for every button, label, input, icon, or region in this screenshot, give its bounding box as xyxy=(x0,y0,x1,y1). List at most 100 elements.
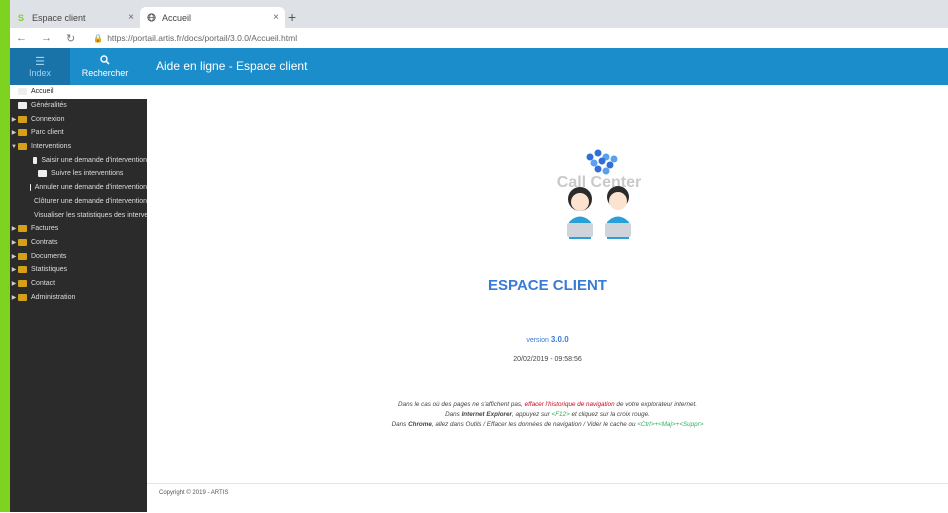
tree-item-label: Contrats xyxy=(31,239,57,246)
reload-icon[interactable]: ↻ xyxy=(66,32,75,45)
logo-text: Call Center xyxy=(557,174,641,191)
tab-espace-client[interactable]: S Espace client × xyxy=(10,7,140,28)
tab-title: Accueil xyxy=(162,13,273,23)
notice-text: de votre explorateur internet. xyxy=(615,401,697,408)
tree-item[interactable]: ▶ Factures xyxy=(10,222,147,236)
search-icon xyxy=(100,55,110,68)
caret-down-icon[interactable]: ▼ xyxy=(10,144,18,150)
address-bar: ← → ↻ 🔒 https://portail.artis.fr/docs/po… xyxy=(10,28,948,48)
browser-chrome: S Espace client × Accueil × + ← → ↻ 🔒 ht… xyxy=(10,0,948,48)
caret-right-icon[interactable]: ▶ xyxy=(10,129,18,136)
caret-right-icon[interactable]: ▶ xyxy=(10,294,18,301)
notice-text: Dans xyxy=(392,421,408,428)
tree-item-label: Interventions xyxy=(31,143,71,150)
caret-right-icon[interactable]: ▶ xyxy=(10,253,18,260)
left-accent-bar xyxy=(0,0,10,512)
caret-right-icon[interactable]: ▶ xyxy=(10,116,18,123)
tree-item-label: Connexion xyxy=(31,116,64,123)
tree-item[interactable]: ▼ Interventions xyxy=(10,140,147,154)
notice-text: et cliquez sur la croix rouge. xyxy=(570,411,650,418)
tree-item-label: Statistiques xyxy=(31,266,67,273)
folder-icon xyxy=(18,266,27,273)
tree-item[interactable]: Clôturer une demande d'intervention xyxy=(10,195,147,209)
caret-right-icon[interactable]: ▶ xyxy=(10,280,18,287)
list-icon: ☰ xyxy=(35,56,45,68)
tree-item[interactable]: ▶ Administration xyxy=(10,290,147,304)
notice-bold: Internet Explorer xyxy=(462,411,512,418)
tree-item[interactable]: Annuler une demande d'intervention xyxy=(10,181,147,195)
call-center-logo: Call Center xyxy=(552,147,647,242)
folder-icon xyxy=(18,225,27,232)
tree-item[interactable]: ▶ Statistiques xyxy=(10,263,147,277)
tree-item-label: Visualiser les statistiques des interven… xyxy=(34,212,147,219)
tree-item[interactable]: Généralités xyxy=(10,99,147,113)
key-hint: <F12> xyxy=(552,411,570,418)
tree-item-label: Saisir une demande d'intervention xyxy=(41,157,147,164)
copyright: Copyright © 2019 - ARTIS xyxy=(159,490,228,496)
s-favicon-icon: S xyxy=(16,13,26,23)
document-icon xyxy=(18,102,27,109)
tree-item-label: Suivre les interventions xyxy=(51,170,123,177)
search-label: Rechercher xyxy=(82,68,129,78)
tab-strip: S Espace client × Accueil × + xyxy=(10,0,948,28)
footer: Copyright © 2019 - ARTIS xyxy=(147,483,948,513)
caret-right-icon[interactable]: ▶ xyxy=(10,225,18,232)
clear-history-link[interactable]: effacer l'historique de navigation xyxy=(525,401,615,408)
tab-accueil[interactable]: Accueil × xyxy=(140,7,285,28)
tree-item[interactable]: ▶ Documents xyxy=(10,249,147,263)
tree-item[interactable]: Visualiser les statistiques des interven… xyxy=(10,208,147,222)
folder-icon xyxy=(18,129,27,136)
help-app: ☰ Index Rechercher Aide en ligne - Espac… xyxy=(10,48,948,512)
tree-item[interactable]: Saisir une demande d'intervention xyxy=(10,153,147,167)
globe-icon xyxy=(146,13,156,23)
new-tab-button[interactable]: + xyxy=(288,9,296,25)
notice-bold: Chrome xyxy=(408,421,432,428)
tree-item-label: Documents xyxy=(31,253,66,260)
folder-icon xyxy=(18,143,27,150)
caret-right-icon[interactable]: ▶ xyxy=(10,266,18,273)
version-number: 3.0.0 xyxy=(551,335,569,344)
notice-text: Dans xyxy=(445,411,461,418)
notice-text: Dans le cas où des pages ne s'affichent … xyxy=(398,401,525,408)
tree-item[interactable]: ▶ Contrats xyxy=(10,236,147,250)
tree-item[interactable]: ▶ Connexion xyxy=(10,112,147,126)
forward-icon[interactable]: → xyxy=(41,32,52,44)
tree-item[interactable]: Suivre les interventions xyxy=(10,167,147,181)
tree-item-label: Parc client xyxy=(31,129,64,136)
folder-icon xyxy=(18,294,27,301)
back-icon[interactable]: ← xyxy=(16,32,27,44)
version-info: version 3.0.0 xyxy=(147,335,948,344)
url-field[interactable]: https://portail.artis.fr/docs/portail/3.… xyxy=(107,33,297,43)
tree-item-label: Contact xyxy=(31,280,55,287)
close-tab-icon[interactable]: × xyxy=(128,12,134,23)
espace-client-title: ESPACE CLIENT xyxy=(147,277,948,294)
document-icon xyxy=(38,170,47,177)
tree-item[interactable]: ▶ Parc client xyxy=(10,126,147,140)
close-tab-icon[interactable]: × xyxy=(273,12,279,23)
tree-item-label: Clôturer une demande d'intervention xyxy=(34,198,147,205)
tree-item-label: Annuler une demande d'intervention xyxy=(35,184,147,191)
tree-item-label: Factures xyxy=(31,225,58,232)
tree-item[interactable]: Accueil xyxy=(10,85,147,99)
app-header: ☰ Index Rechercher Aide en ligne - Espac… xyxy=(10,48,948,85)
tree-item-label: Administration xyxy=(31,294,75,301)
folder-icon xyxy=(18,239,27,246)
tree-item[interactable]: ▶ Contact xyxy=(10,277,147,291)
caret-right-icon[interactable]: ▶ xyxy=(10,239,18,246)
index-label: Index xyxy=(29,68,51,78)
lock-icon: 🔒 xyxy=(93,34,103,43)
folder-icon xyxy=(18,116,27,123)
main-content: Call Center ESPACE CLIENT version 3.0.0 … xyxy=(147,85,948,512)
navigation-tree: Accueil Généralités ▶ Connexion ▶ Parc client… xyxy=(10,85,147,512)
folder-icon xyxy=(18,253,27,260)
page-title: Aide en ligne - Espace client xyxy=(156,59,307,73)
index-button[interactable]: ☰ Index xyxy=(10,48,70,85)
notice-text: , appuyez sur xyxy=(512,411,552,418)
document-icon xyxy=(18,88,27,95)
datetime: 20/02/2019 - 09:58:56 xyxy=(147,356,948,363)
cache-notice: Dans le cas où des pages ne s'affichent … xyxy=(147,400,948,430)
search-button[interactable]: Rechercher xyxy=(70,48,140,85)
tab-title: Espace client xyxy=(32,13,128,23)
tree-item-label: Généralités xyxy=(31,102,67,109)
tree-item-label: Accueil xyxy=(31,88,54,95)
